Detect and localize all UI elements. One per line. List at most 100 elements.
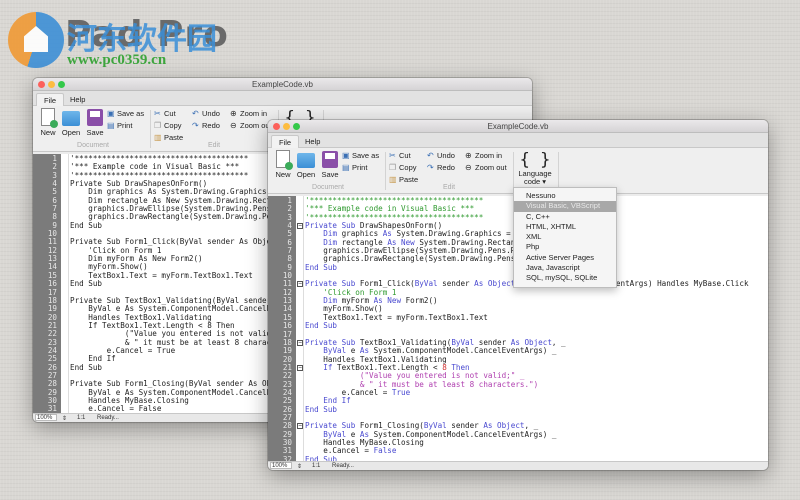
zoom-out-button[interactable]: ⊖ Zoom out: [230, 121, 272, 130]
menu-item-c-cpp[interactable]: C, C++: [514, 212, 616, 222]
code-token: sender: [437, 279, 475, 289]
print-label: Print: [117, 121, 133, 130]
code-line: 31 e.Cancel = False: [268, 446, 768, 455]
save-as-label: Save as: [352, 151, 380, 160]
undo-icon: ↶: [427, 151, 434, 160]
zoom-in-button[interactable]: ⊕ Zoom in: [230, 109, 267, 118]
undo-button[interactable]: ↶ Undo: [427, 151, 455, 160]
ribbon-tabs: File Help: [33, 91, 532, 106]
title-bar[interactable]: ExampleCode.vb: [33, 78, 532, 91]
fold-toggle-icon[interactable]: −: [297, 423, 303, 430]
code-text: End Sub: [305, 321, 338, 331]
new-document-icon: [276, 150, 293, 170]
code-token: sender: [202, 237, 240, 247]
print-label: Print: [352, 163, 368, 172]
code-line: 16 End Sub: [268, 321, 768, 331]
code-token: End Sub: [305, 321, 338, 331]
editor-window-front[interactable]: ExampleCode.vb File Help New Open Save ▣…: [268, 120, 768, 470]
zoom-in-label: Zoom in: [240, 109, 268, 118]
braces-icon: { }: [519, 150, 551, 170]
open-button[interactable]: Open: [60, 108, 82, 137]
tab-help[interactable]: Help: [298, 135, 327, 148]
new-button[interactable]: New: [272, 150, 294, 179]
cut-button[interactable]: ✂ Cut: [154, 109, 176, 118]
menu-item-sql[interactable]: SQL, mySQL, SQLite: [514, 273, 616, 283]
code-text: End Sub: [305, 263, 337, 272]
zoom-out-button[interactable]: ⊖ Zoom out: [465, 163, 507, 172]
cut-button[interactable]: ✂ Cut: [389, 151, 411, 160]
zoom-level-field[interactable]: 100%: [270, 462, 292, 469]
save-button[interactable]: Save: [319, 150, 341, 179]
floppy-icon: [87, 109, 103, 126]
code-token: ByVal: [414, 279, 438, 289]
ribbon-tabs: File Help: [268, 133, 768, 148]
zoom-stepper-icon[interactable]: ⇕: [62, 415, 67, 422]
zoom-in-label: Zoom in: [475, 151, 503, 160]
paste-label: Paste: [164, 133, 184, 142]
status-message: Ready...: [332, 463, 354, 469]
print-button[interactable]: ▤ Print: [342, 163, 367, 172]
save-button[interactable]: Save: [84, 108, 106, 137]
code-token: False: [138, 404, 162, 413]
print-button[interactable]: ▤ Print: [107, 121, 132, 130]
menu-item-asp[interactable]: Active Server Pages: [514, 253, 616, 263]
paste-button[interactable]: ▥ Paste: [154, 133, 183, 142]
zoom-in-icon: ⊕: [465, 151, 472, 160]
tab-file[interactable]: File: [271, 135, 300, 148]
zoom-level-field[interactable]: 100%: [35, 414, 57, 421]
menu-item-visual-basic[interactable]: Visual Basic, VBScript: [514, 201, 616, 212]
code-token: True: [391, 387, 411, 397]
separator: [513, 152, 514, 190]
save-as-button[interactable]: ▣ Save as: [107, 109, 144, 118]
menu-item-nessuno[interactable]: Nessuno: [514, 191, 616, 201]
new-button[interactable]: New: [37, 108, 59, 137]
code-text: End Sub: [305, 404, 338, 414]
tab-file[interactable]: File: [36, 93, 65, 106]
copy-button[interactable]: ❐ Copy: [154, 121, 182, 130]
cut-label: Cut: [399, 151, 411, 160]
zoom-out-icon: ⊖: [230, 121, 237, 130]
code-token: ByVal: [179, 237, 203, 247]
new-document-icon: [41, 108, 58, 128]
copy-button[interactable]: ❐ Copy: [389, 163, 417, 172]
cut-label: Cut: [164, 109, 176, 118]
fold-toggle-icon[interactable]: −: [297, 364, 303, 371]
code-line: 25 End If: [268, 396, 768, 405]
code-text: End Sub: [70, 279, 103, 289]
fold-toggle-icon[interactable]: −: [297, 339, 303, 346]
code-token: Form2(): [166, 254, 203, 264]
code-token: End Sub: [70, 220, 103, 230]
undo-button[interactable]: ↶ Undo: [192, 109, 220, 118]
separator: [558, 152, 559, 190]
open-button[interactable]: Open: [295, 150, 317, 179]
redo-button[interactable]: ↷ Redo: [427, 163, 455, 172]
copy-label: Copy: [164, 121, 182, 130]
save-as-label: Save as: [117, 109, 145, 118]
fold-toggle-icon[interactable]: −: [297, 223, 303, 230]
code-token: End Sub: [70, 279, 103, 289]
save-as-icon: ▣: [342, 151, 350, 160]
title-bar[interactable]: ExampleCode.vb: [268, 120, 768, 133]
code-token: End Sub: [305, 404, 338, 414]
copy-icon: ❐: [154, 121, 162, 130]
language-dropdown-menu: Nessuno Visual Basic, VBScript C, C++ HT…: [513, 187, 617, 288]
menu-item-java[interactable]: Java, Javascript: [514, 263, 616, 273]
paste-button[interactable]: ▥ Paste: [389, 175, 418, 184]
new-label: New: [275, 170, 291, 179]
zoom-in-button[interactable]: ⊕ Zoom in: [465, 151, 502, 160]
menu-item-html[interactable]: HTML, XHTML: [514, 222, 616, 232]
zoom-stepper-icon[interactable]: ⇕: [297, 463, 302, 470]
menu-item-php[interactable]: Php: [514, 242, 616, 252]
menu-item-xml[interactable]: XML: [514, 232, 616, 242]
fold-toggle-icon[interactable]: −: [297, 281, 303, 288]
language-code-button[interactable]: { } Language code ▾: [517, 150, 553, 186]
watermark-logo-icon: [8, 12, 64, 68]
window-title: ExampleCode.vb: [252, 80, 313, 89]
group-label-document: Document: [77, 142, 109, 149]
copy-label: Copy: [399, 163, 417, 172]
watermark-url: www.pc0359.cn: [67, 52, 167, 68]
tab-help[interactable]: Help: [63, 93, 92, 106]
save-as-button[interactable]: ▣ Save as: [342, 151, 379, 160]
printer-icon: ▤: [107, 121, 115, 130]
redo-button[interactable]: ↷ Redo: [192, 121, 220, 130]
